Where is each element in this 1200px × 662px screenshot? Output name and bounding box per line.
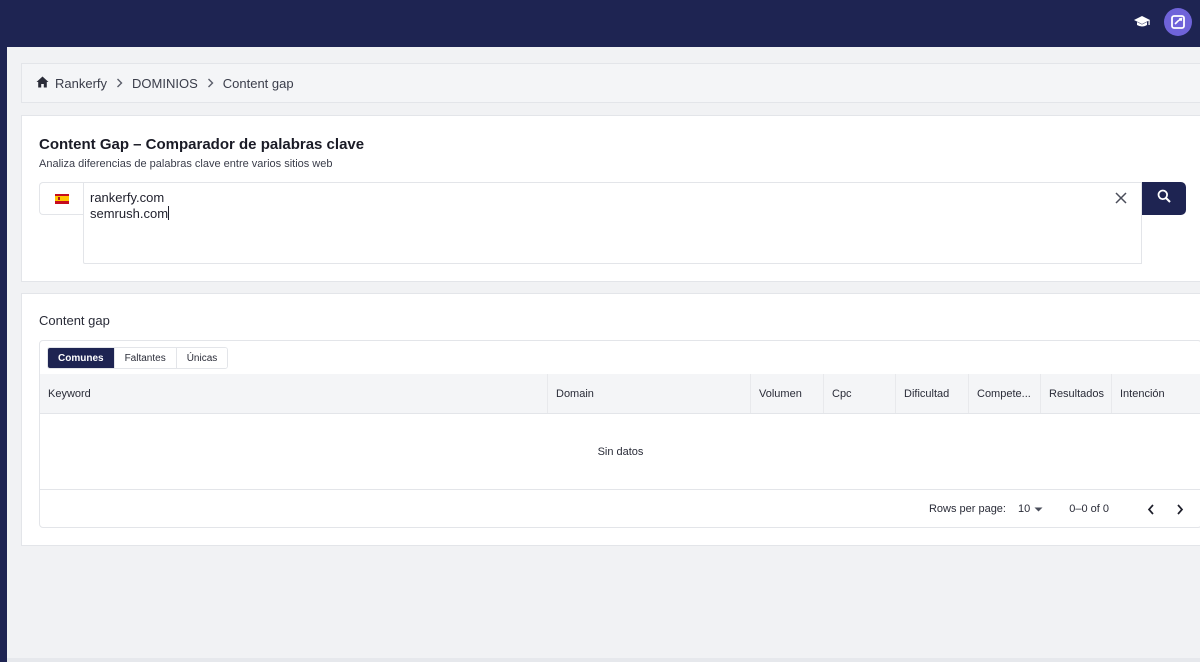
previous-page-icon[interactable]	[1142, 500, 1160, 518]
chevron-right-icon	[207, 78, 214, 88]
breadcrumb-home[interactable]: Rankerfy	[36, 76, 107, 91]
tab-faltantes[interactable]: Faltantes	[114, 348, 177, 368]
rows-per-page-value: 10	[1017, 503, 1031, 515]
top-bar-actions	[1132, 8, 1192, 36]
search-card: Content Gap – Comparador de palabras cla…	[21, 115, 1200, 282]
caret-down-icon	[1034, 503, 1043, 515]
column-header-keyword[interactable]: Keyword	[40, 374, 548, 413]
search-icon	[1157, 189, 1171, 208]
column-header-dificultad[interactable]: Dificultad	[896, 374, 969, 413]
breadcrumb-current: Content gap	[222, 75, 294, 91]
results-table: Comunes Faltantes Únicas Keyword Domain …	[39, 340, 1200, 528]
main-content: Rankerfy DOMINIOS Content gap Content Ga…	[7, 47, 1200, 662]
rows-per-page-select[interactable]: 10	[1018, 503, 1043, 515]
bottom-divider	[7, 658, 1200, 662]
breadcrumb-dominios[interactable]: DOMINIOS	[132, 76, 198, 91]
domains-textarea[interactable]: rankerfy.com semrush.com	[83, 182, 1142, 264]
column-header-cpc[interactable]: Cpc	[824, 374, 896, 413]
text-caret	[168, 206, 170, 220]
tab-comunes[interactable]: Comunes	[48, 348, 115, 368]
clear-icon[interactable]	[1112, 189, 1130, 207]
chevron-right-icon	[116, 78, 123, 88]
spain-flag-icon	[55, 193, 69, 204]
column-header-intencion[interactable]: Intención	[1112, 374, 1200, 413]
table-header: Keyword Domain Volumen Cpc Dificultad Co…	[40, 374, 1200, 414]
graduation-cap-icon[interactable]	[1132, 12, 1152, 32]
results-card: Content gap Comunes Faltantes Únicas Key…	[21, 293, 1200, 546]
results-tabs: Comunes Faltantes Únicas	[47, 347, 229, 369]
column-header-resultados[interactable]: Resultados	[1041, 374, 1112, 413]
breadcrumb-label: Rankerfy	[55, 75, 108, 91]
column-header-competencia[interactable]: Compete...	[969, 374, 1041, 413]
rows-per-page-label: Rows per page:	[928, 503, 1006, 515]
domain-line: rankerfy.com	[90, 190, 165, 205]
tab-unicas[interactable]: Únicas	[176, 348, 228, 368]
brand-logo-icon[interactable]	[1164, 8, 1192, 36]
next-page-icon[interactable]	[1171, 500, 1189, 518]
search-button[interactable]	[1142, 182, 1186, 215]
pagination: Rows per page: 10 0–0 of 0	[40, 490, 1200, 528]
domain-line: semrush.com	[90, 206, 169, 221]
domain-line-with-caret: semrush.com	[90, 206, 1135, 222]
sidebar-collapsed	[0, 47, 7, 662]
page-subtitle: Analiza diferencias de palabras clave en…	[39, 158, 333, 170]
breadcrumb: Rankerfy DOMINIOS Content gap	[21, 63, 1200, 103]
home-icon	[36, 76, 49, 91]
page-title: Content Gap – Comparador de palabras cla…	[39, 136, 365, 153]
column-header-domain[interactable]: Domain	[548, 374, 751, 413]
pagination-range: 0–0 of 0	[1069, 503, 1109, 515]
results-title: Content gap	[39, 313, 110, 328]
top-app-bar	[0, 0, 1200, 47]
empty-state: Sin datos	[40, 414, 1200, 490]
column-header-volumen[interactable]: Volumen	[751, 374, 824, 413]
country-selector[interactable]	[39, 182, 84, 215]
